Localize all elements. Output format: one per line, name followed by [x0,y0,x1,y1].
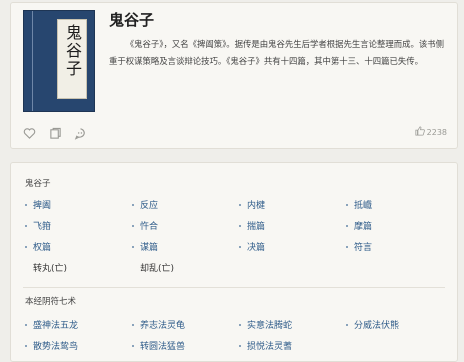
bullet-icon [25,203,27,206]
section-divider [23,287,445,288]
chapter-label: 散势法鸷鸟 [33,342,79,352]
chapter-link[interactable]: 养志法灵龟 [132,314,239,335]
chapter-link[interactable]: 抵巇 [346,194,453,215]
chapter-link[interactable]: 转圆法猛兽 [132,335,239,356]
chapter-grid-guiguzi: 捭阖 反应 内楗 抵巇飞箝 忤合 揣篇 摩篇权篇 谋篇 决篇 符言转丸(亡) 却乱(亡) [25,194,455,278]
bullet-icon [132,203,134,206]
chapter-link[interactable]: 反应 [132,194,239,215]
bullet-icon [239,203,241,206]
chapter-label: 实意法腾蛇 [247,321,293,331]
chapter-link[interactable]: 损悦法灵蓍 [239,335,346,356]
bullet-icon [346,224,348,227]
heart-icon[interactable] [23,125,36,139]
bullet-icon [239,245,241,248]
chapter-label: 分威法伏熊 [354,321,400,331]
cover-title-label: 鬼谷子 [57,19,87,99]
chapter-label: 捭阖 [33,201,52,211]
bullet-icon [25,344,27,347]
chapter-link: 转丸(亡) [25,257,132,278]
section-heading-guiguzi: 鬼谷子 [25,179,51,189]
chapter-label: 损悦法灵蓍 [247,342,293,352]
chapter-label: 符言 [354,243,373,253]
cover-spine-line [32,11,33,111]
chapter-label: 飞箝 [33,222,52,232]
chapter-label: 内楗 [247,201,266,211]
chapter-label: 却乱(亡) [140,264,175,274]
bullet-icon [25,245,27,248]
bullet-icon [346,203,348,206]
bullet-icon [346,323,348,326]
copy-icon[interactable] [49,125,62,139]
chapter-link[interactable]: 摩篇 [346,215,453,236]
bullet-icon [132,224,134,227]
share-icon[interactable] [74,125,87,140]
thumb-up-icon [415,126,425,138]
bullet-icon [239,344,241,347]
bullet-icon [132,323,134,326]
chapter-label: 摩篇 [354,222,373,232]
chapter-link[interactable]: 权篇 [25,236,132,257]
chapter-link[interactable]: 揣篇 [239,215,346,236]
chapter-link[interactable]: 谋篇 [132,236,239,257]
bullet-icon [25,224,27,227]
chapter-link[interactable]: 忤合 [132,215,239,236]
chapter-link[interactable]: 散势法鸷鸟 [25,335,132,356]
chapter-list-card: 鬼谷子 捭阖 反应 内楗 抵巇飞箝 忤合 揣篇 摩篇权篇 谋篇 决篇 符言转丸(亡) 却乱(亡) 本… [10,162,458,362]
book-cover-image[interactable]: 鬼谷子 [23,10,95,112]
book-title: 鬼谷子 [109,11,155,29]
chapter-label: 转丸(亡) [33,264,68,274]
chapter-label: 盛神法五龙 [33,321,79,331]
bullet-icon [239,224,241,227]
book-info-card: 鬼谷子 鬼谷子 《鬼谷子》，又名《捭阖策》。据传是由鬼谷先生后学者根据先生言论整… [10,2,458,149]
bullet-icon [346,245,348,248]
chapter-label: 反应 [140,201,159,211]
chapter-link[interactable]: 符言 [346,236,453,257]
chapter-link[interactable]: 飞箝 [25,215,132,236]
chapter-label: 谋篇 [140,243,159,253]
chapter-label: 抵巇 [354,201,373,211]
like-count: 2238 [426,127,447,137]
chapter-label: 转圆法猛兽 [140,342,186,352]
chapter-label: 决篇 [247,243,266,253]
book-description: 《鬼谷子》，又名《捭阖策》。据传是由鬼谷先生后学者根据先生言论整理而成。该书侧重… [109,39,445,66]
chapter-link[interactable]: 实意法腾蛇 [239,314,346,335]
chapter-link[interactable]: 捭阖 [25,194,132,215]
chapter-link[interactable]: 分威法伏熊 [346,314,453,335]
bullet-icon [132,245,134,248]
section-heading-yinfu: 本经阴符七术 [25,297,77,307]
cover-title-text: 鬼谷子 [63,24,82,78]
chapter-link: 却乱(亡) [132,257,239,278]
chapter-link[interactable]: 决篇 [239,236,346,257]
chapter-label: 揣篇 [247,222,266,232]
chapter-label: 养志法灵龟 [140,321,186,331]
bullet-icon [25,323,27,326]
chapter-link[interactable]: 内楗 [239,194,346,215]
like-counter[interactable]: 2238 [415,126,447,138]
chapter-link[interactable]: 盛神法五龙 [25,314,132,335]
bullet-icon [132,344,134,347]
chapter-grid-yinfu: 盛神法五龙 养志法灵龟 实意法腾蛇 分威法伏熊散势法鸷鸟 转圆法猛兽 损悦法灵蓍 [25,314,455,356]
chapter-label: 权篇 [33,243,52,253]
chapter-label: 忤合 [140,222,159,232]
bullet-icon [239,323,241,326]
